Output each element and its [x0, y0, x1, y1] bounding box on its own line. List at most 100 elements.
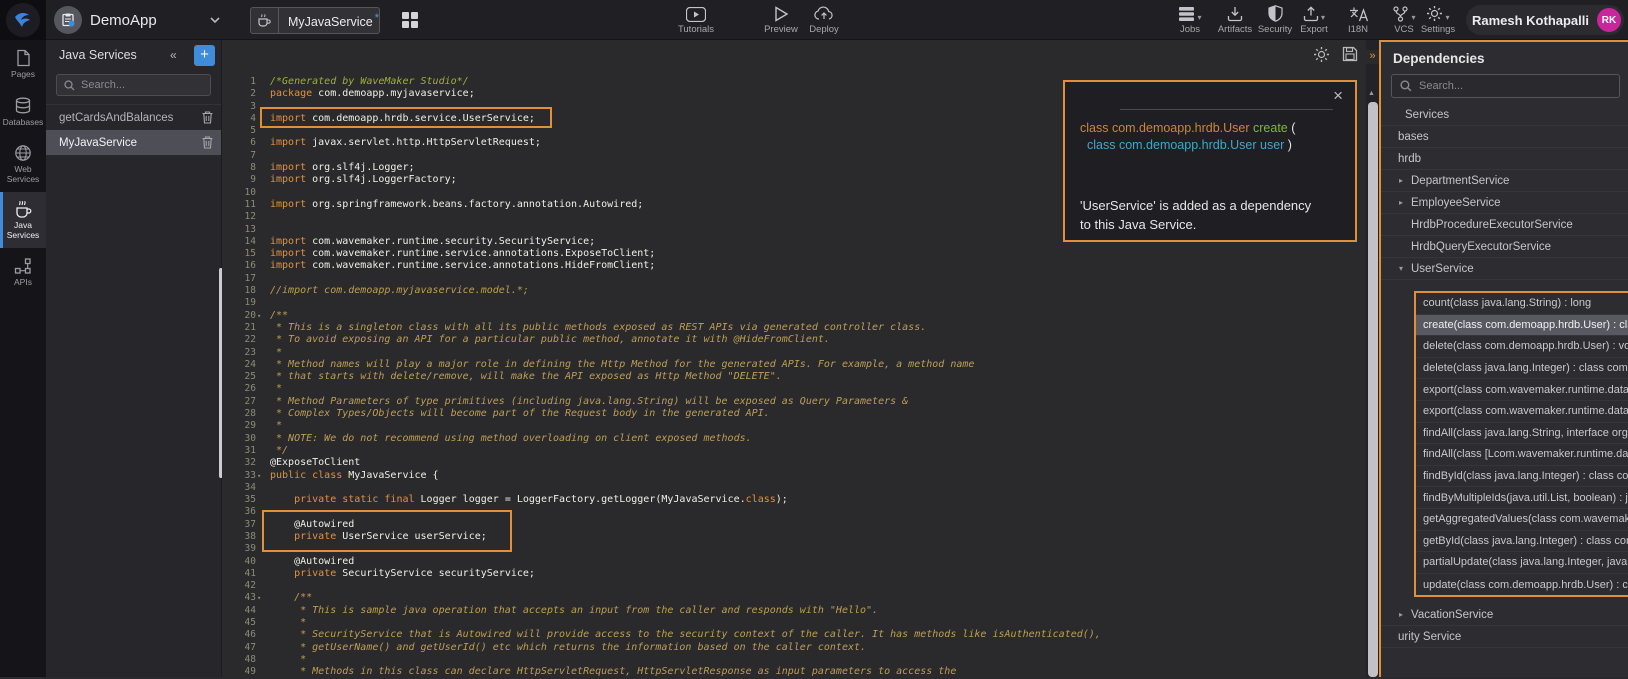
tree-collapsed-icon[interactable]: ▸: [1399, 176, 1411, 185]
rail-item-pages[interactable]: Pages: [0, 40, 46, 88]
code-line[interactable]: 16import com.wavemaker.runtime.service.a…: [222, 260, 1366, 272]
code-line[interactable]: 34: [222, 482, 1366, 494]
code-line[interactable]: 40 @Autowired: [222, 556, 1366, 568]
save-icon[interactable]: [1342, 46, 1358, 63]
method-item[interactable]: export(class com.wavemaker.runtime.data: [1416, 379, 1628, 401]
service-search-input[interactable]: [81, 79, 203, 91]
code-line[interactable]: 35 private static final Logger logger = …: [222, 494, 1366, 506]
code-line[interactable]: 27 * Method Parameters of type primitive…: [222, 396, 1366, 408]
dependency-label: urity Service: [1398, 631, 1461, 643]
dependency-tree-item[interactable]: ▸EmployeeService: [1381, 192, 1628, 214]
code-line[interactable]: 37 @Autowired: [222, 519, 1366, 531]
expand-right-panel-button[interactable]: »: [1366, 50, 1379, 64]
fold-marker-icon[interactable]: ▾: [256, 470, 266, 482]
fold-marker-icon[interactable]: ▾: [256, 310, 266, 322]
code-line[interactable]: 41 private SecurityService securityServi…: [222, 568, 1366, 580]
collapse-panel-button[interactable]: «: [170, 48, 177, 62]
dependency-tree-item[interactable]: ▸VacationService: [1381, 604, 1628, 626]
service-name: MyJavaService: [59, 137, 202, 149]
rail-item-web-services[interactable]: Web Services: [0, 135, 46, 192]
code-line[interactable]: 43▾ /**: [222, 592, 1366, 604]
fold-marker-icon: [256, 162, 266, 174]
method-item[interactable]: findAll(class java.lang.String, interfac…: [1416, 423, 1628, 445]
add-service-button[interactable]: +: [194, 45, 215, 66]
trash-icon[interactable]: [202, 136, 213, 149]
method-item[interactable]: partialUpdate(class java.lang.Integer, j…: [1416, 552, 1628, 574]
grid-icon[interactable]: [402, 12, 419, 29]
code-line[interactable]: 31 */: [222, 445, 1366, 457]
dependency-tree-item[interactable]: ▸DepartmentService: [1381, 170, 1628, 192]
dependency-tree-item[interactable]: hrdb: [1381, 148, 1628, 170]
service-list-item[interactable]: getCardsAndBalances: [46, 105, 221, 130]
code-line[interactable]: 45 *: [222, 617, 1366, 629]
method-item[interactable]: create(class com.demoapp.hrdb.User) : cl…: [1416, 315, 1628, 337]
rail-item-databases[interactable]: Databases: [0, 88, 46, 136]
code-line[interactable]: 22 * To avoid exposing an API for a part…: [222, 334, 1366, 346]
dependency-tree-item[interactable]: urity Service: [1381, 626, 1628, 648]
method-item[interactable]: count(class java.lang.String) : long: [1416, 293, 1628, 315]
dependency-tree-item[interactable]: HrdbQueryExecutorService: [1381, 236, 1628, 258]
code-line[interactable]: 39: [222, 543, 1366, 555]
code-line[interactable]: 29 *: [222, 420, 1366, 432]
code-line[interactable]: 48 *: [222, 654, 1366, 666]
code-line[interactable]: 44 * This is sample java operation that …: [222, 605, 1366, 617]
method-item[interactable]: findByMultipleIds(java.util.List, boolea…: [1416, 487, 1628, 509]
fold-marker-icon[interactable]: ▾: [256, 592, 266, 604]
method-item[interactable]: getAggregatedValues(class com.wavemak: [1416, 509, 1628, 531]
editor-settings-gear-icon[interactable]: [1313, 46, 1330, 63]
editor-scrollbar-thumb[interactable]: [1368, 102, 1378, 677]
scroll-up-icon[interactable]: ▲: [1368, 90, 1375, 97]
settings-gear-icon: [1426, 5, 1443, 22]
tree-collapsed-icon[interactable]: ▸: [1399, 198, 1411, 207]
code-line[interactable]: 24 * Method names will play a major role…: [222, 359, 1366, 371]
rail-item-apis[interactable]: APIs: [0, 248, 46, 296]
method-item[interactable]: export(class com.wavemaker.runtime.data: [1416, 401, 1628, 423]
code-line[interactable]: 47 * getUserName() and getUserId() etc w…: [222, 642, 1366, 654]
code-line[interactable]: 33▾public class MyJavaService {: [222, 470, 1366, 482]
code-line[interactable]: 46 * SecurityService that is Autowired w…: [222, 629, 1366, 641]
code-line[interactable]: 36: [222, 506, 1366, 518]
fold-marker-icon: [256, 654, 266, 666]
code-line[interactable]: 38 private UserService userService;: [222, 531, 1366, 543]
code-line[interactable]: 18//import com.demoapp.myjavaservice.mod…: [222, 285, 1366, 297]
trash-icon[interactable]: [202, 111, 213, 124]
dependency-label: UserService: [1411, 263, 1474, 275]
method-item[interactable]: delete(class com.demoapp.hrdb.User) : vo…: [1416, 336, 1628, 358]
method-item[interactable]: findAll(class [Lcom.wavemaker.runtime.da: [1416, 444, 1628, 466]
code-line[interactable]: 42: [222, 580, 1366, 592]
code-line[interactable]: 20▾/**: [222, 310, 1366, 322]
dependency-tree-item[interactable]: HrdbProcedureExecutorService: [1381, 214, 1628, 236]
tree-expanded-icon[interactable]: ▾: [1399, 264, 1411, 273]
project-chevron-down-icon[interactable]: [208, 13, 222, 27]
popup-close-icon[interactable]: ×: [1333, 86, 1343, 106]
settings-button[interactable]: ▾ Settings: [1410, 4, 1466, 35]
code-line[interactable]: 30 * NOTE: We do not recommend using met…: [222, 433, 1366, 445]
tutorials-button[interactable]: Tutorials: [668, 4, 724, 35]
project-selector[interactable]: DemoApp: [54, 0, 157, 40]
method-item[interactable]: update(class com.demoapp.hrdb.User) : cl: [1416, 574, 1628, 596]
tab-myjavaservice[interactable]: MyJavaService*: [250, 7, 380, 34]
code-line[interactable]: 17: [222, 273, 1366, 285]
java-cup-icon: [251, 8, 279, 33]
code-line[interactable]: 25 * that starts with delete/remove, wil…: [222, 371, 1366, 383]
dependency-tree-item[interactable]: ▾UserService: [1381, 258, 1628, 280]
code-line[interactable]: 28 * Complex Types/Objects will become p…: [222, 408, 1366, 420]
rail-item-java-services[interactable]: Java Services: [0, 192, 46, 248]
method-item[interactable]: getById(class java.lang.Integer) : class…: [1416, 531, 1628, 553]
wavemaker-logo-icon[interactable]: [6, 3, 40, 37]
user-menu[interactable]: Ramesh Kothapalli RK: [1466, 5, 1624, 35]
deploy-button[interactable]: Deploy: [796, 4, 852, 35]
dependency-tree-item[interactable]: Services: [1381, 104, 1628, 126]
service-list-item[interactable]: MyJavaService: [46, 130, 221, 155]
code-line[interactable]: 23 *: [222, 347, 1366, 359]
dependency-tree-item[interactable]: bases: [1381, 126, 1628, 148]
code-line[interactable]: 19: [222, 297, 1366, 309]
dependencies-search-input[interactable]: [1419, 80, 1611, 92]
tree-collapsed-icon[interactable]: ▸: [1399, 610, 1411, 619]
code-line[interactable]: 21 * This is a singleton class with all …: [222, 322, 1366, 334]
method-item[interactable]: findById(class java.lang.Integer) : clas…: [1416, 466, 1628, 488]
code-line[interactable]: 32@ExposeToClient: [222, 457, 1366, 469]
code-line[interactable]: 26 *: [222, 383, 1366, 395]
code-line[interactable]: 15import com.wavemaker.runtime.service.a…: [222, 248, 1366, 260]
method-item[interactable]: delete(class java.lang.Integer) : class …: [1416, 358, 1628, 380]
